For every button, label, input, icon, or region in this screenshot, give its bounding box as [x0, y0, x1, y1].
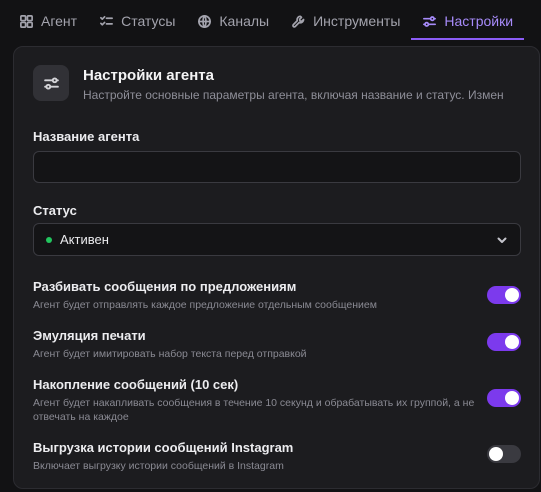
option-description: Агент будет имитировать набор текста пер… [33, 348, 307, 360]
tab-label: Статусы [121, 13, 176, 29]
tab-statuses[interactable]: Статусы [88, 2, 186, 40]
option-title: Накопление сообщений (10 сек) [33, 377, 239, 392]
tab-tools[interactable]: Инструменты [280, 2, 411, 40]
option-typing-emulation: Эмуляция печати Агент будет имитировать … [33, 328, 523, 361]
sliders-icon [43, 76, 59, 90]
card-subtitle: Настройте основные параметры агента, вкл… [83, 88, 504, 102]
toggle-knob [505, 391, 519, 405]
agent-name-input[interactable] [33, 151, 521, 183]
typing-emulation-toggle[interactable] [487, 333, 521, 351]
option-title: Разбивать сообщения по предложениям [33, 279, 297, 294]
settings-header-icon [33, 65, 69, 101]
settings-card: Настройки агента Настройте основные пара… [13, 46, 540, 489]
agent-name-label: Название агента [33, 129, 140, 144]
tab-label: Настройки [444, 13, 514, 29]
list-check-icon [100, 15, 114, 26]
status-label: Статус [33, 203, 77, 218]
tab-label: Инструменты [313, 13, 401, 29]
option-split-sentences: Разбивать сообщения по предложениям Аген… [33, 279, 523, 312]
instagram-history-toggle[interactable] [487, 445, 521, 463]
sliders-icon [423, 15, 437, 27]
option-title: Эмуляция печати [33, 328, 146, 343]
card-header: Настройки агента Настройте основные пара… [33, 65, 539, 105]
option-description: Включает выгрузку истории сообщений в In… [33, 460, 284, 472]
option-message-accumulation: Накопление сообщений (10 сек) Агент буде… [33, 377, 523, 424]
option-description: Агент будет отправлять каждое предложени… [33, 299, 377, 311]
status-select[interactable]: Активен [33, 223, 521, 256]
tab-agent[interactable]: Агент [0, 2, 88, 40]
wrench-icon [292, 15, 305, 28]
tab-channels[interactable]: Каналы [186, 2, 280, 40]
toggle-knob [505, 288, 519, 302]
globe-icon [198, 14, 212, 28]
status-dot [46, 236, 52, 243]
grid-icon [20, 14, 33, 28]
status-value: Активен [60, 232, 109, 247]
tab-label: Каналы [219, 13, 270, 29]
card-title: Настройки агента [83, 67, 214, 84]
toggle-knob [505, 335, 519, 349]
option-description: Агент будет накапливать сообщения в тече… [33, 397, 475, 423]
tab-bar: Агент Статусы Каналы Инструменты Настрой… [0, 0, 541, 40]
option-title: Выгрузка истории сообщений Instagram [33, 440, 294, 455]
tab-label: Агент [41, 13, 78, 29]
toggle-knob [489, 447, 503, 461]
split-sentences-toggle[interactable] [487, 286, 521, 304]
chevron-down-icon [497, 237, 507, 243]
message-accumulation-toggle[interactable] [487, 389, 521, 407]
option-instagram-history: Выгрузка истории сообщений Instagram Вкл… [33, 440, 523, 473]
tab-settings[interactable]: Настройки [411, 2, 524, 40]
